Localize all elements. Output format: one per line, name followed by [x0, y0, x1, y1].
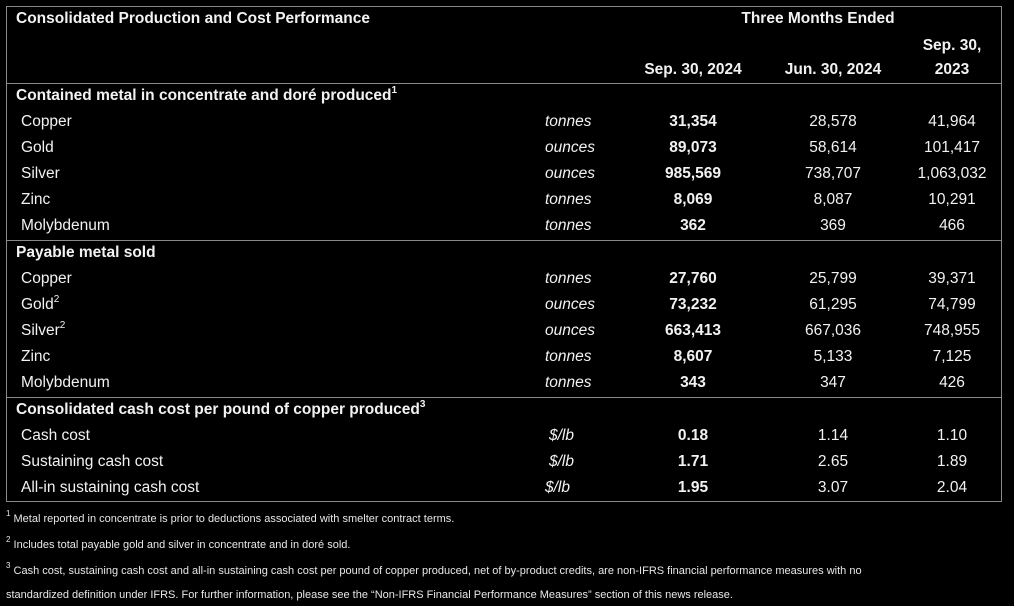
value-jun-2024: 61,295: [809, 296, 857, 313]
value-sep-2024: 343: [680, 374, 706, 391]
row-label: Copper: [21, 113, 72, 130]
row-unit: ounces: [545, 139, 595, 156]
section-heading-cash-cost: Consolidated cash cost per pound of copp…: [16, 398, 426, 418]
value-sep-2023: 466: [939, 217, 965, 234]
row-unit: tonnes: [545, 270, 592, 287]
row-label: Zinc: [21, 191, 51, 208]
value-jun-2024: 369: [820, 217, 846, 234]
value-sep-2024: 31,354: [669, 113, 717, 130]
value-jun-2024: 28,578: [809, 113, 857, 130]
row-label: Gold: [21, 139, 54, 156]
row-unit: $/lb: [549, 427, 574, 444]
row-unit: ounces: [545, 296, 595, 313]
row-unit: tonnes: [545, 113, 592, 130]
row-label: Sustaining cash cost: [21, 453, 164, 470]
value-jun-2024: 347: [820, 374, 846, 391]
row-unit: $/lb: [549, 453, 574, 470]
value-sep-2024: 985,569: [664, 165, 722, 182]
row-label: Gold2: [21, 293, 60, 313]
col-header-sep-2024: Sep. 30, 2024: [644, 61, 742, 78]
value-jun-2024: 5,133: [813, 348, 853, 365]
row-unit: tonnes: [545, 348, 592, 365]
section-heading-payable: Payable metal sold: [16, 244, 156, 261]
value-jun-2024: 2.65: [817, 453, 849, 470]
value-sep-2023: 426: [939, 374, 965, 391]
value-jun-2024: 8,087: [813, 191, 853, 208]
value-sep-2024: 0.18: [677, 427, 709, 444]
value-jun-2024: 1.14: [817, 427, 849, 444]
row-label: Copper: [21, 270, 72, 287]
section-divider-2: [6, 397, 1002, 398]
col-header-jun-2024: Jun. 30, 2024: [784, 61, 882, 78]
row-unit: ounces: [545, 322, 595, 339]
row-label: Molybdenum: [21, 374, 110, 391]
value-jun-2024: 738,707: [804, 165, 862, 182]
row-label: All-in sustaining cash cost: [21, 479, 200, 496]
col-header-sep-2023-line1: Sep. 30,: [922, 37, 982, 54]
value-sep-2023: 1,063,032: [917, 165, 987, 182]
value-sep-2024: 8,607: [673, 348, 713, 365]
table-title: Consolidated Production and Cost Perform…: [16, 10, 370, 27]
row-unit: tonnes: [545, 217, 592, 234]
footnote-2: 2 Includes total payable gold and silver…: [6, 535, 351, 551]
row-unit: $/lb: [545, 479, 570, 496]
value-sep-2024: 1.71: [677, 453, 709, 470]
period-header: Three Months Ended: [741, 10, 895, 27]
value-sep-2023: 10,291: [928, 191, 976, 208]
row-label: Silver: [21, 165, 60, 182]
value-sep-2024: 663,413: [664, 322, 722, 339]
row-unit: tonnes: [545, 374, 592, 391]
value-sep-2024: 27,760: [669, 270, 717, 287]
value-sep-2023: 101,417: [923, 139, 981, 156]
value-sep-2023: 2.04: [936, 479, 968, 496]
row-unit: ounces: [545, 165, 595, 182]
header-divider: [6, 83, 1002, 84]
value-sep-2023: 1.10: [936, 427, 968, 444]
footnote-3-continued: standardized definition under IFRS. For …: [6, 589, 733, 601]
row-label: Zinc: [21, 348, 51, 365]
value-sep-2023: 41,964: [928, 113, 976, 130]
value-sep-2024: 1.95: [677, 479, 709, 496]
value-sep-2023: 39,371: [928, 270, 976, 287]
value-jun-2024: 25,799: [809, 270, 857, 287]
section-heading-production: Contained metal in concentrate and doré …: [16, 84, 398, 104]
row-label: Molybdenum: [21, 217, 110, 234]
row-unit: tonnes: [545, 191, 592, 208]
value-sep-2024: 73,232: [669, 296, 717, 313]
value-sep-2024: 89,073: [669, 139, 717, 156]
value-sep-2023: 7,125: [932, 348, 972, 365]
row-label: Cash cost: [21, 427, 90, 444]
value-sep-2023: 1.89: [936, 453, 968, 470]
section-divider-1: [6, 240, 1002, 241]
footnote-1: 1 Metal reported in concentrate is prior…: [6, 509, 455, 525]
value-jun-2024: 667,036: [804, 322, 862, 339]
row-label: Silver2: [21, 319, 66, 339]
col-header-sep-2023-line2: 2023: [934, 61, 970, 78]
value-sep-2024: 362: [680, 217, 706, 234]
value-sep-2023: 74,799: [928, 296, 976, 313]
value-sep-2023: 748,955: [923, 322, 981, 339]
value-jun-2024: 3.07: [817, 479, 849, 496]
footnote-3: 3 Cash cost, sustaining cash cost and al…: [6, 561, 862, 577]
value-sep-2024: 8,069: [673, 191, 713, 208]
value-jun-2024: 58,614: [809, 139, 857, 156]
